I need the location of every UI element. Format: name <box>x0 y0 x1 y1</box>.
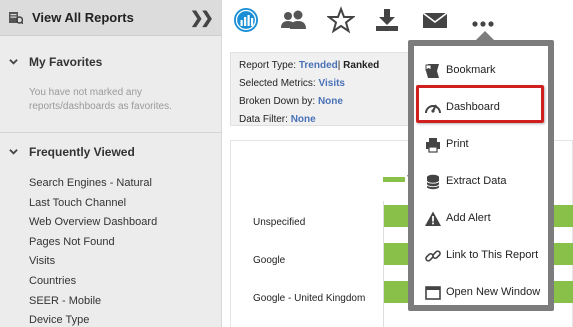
favorites-empty-text: You have not marked any reports/dashboar… <box>29 87 172 112</box>
data-filter-row: Data Filter: None <box>239 111 401 129</box>
menu-item-label: Add Alert <box>446 212 491 224</box>
legend-swatch <box>383 177 405 182</box>
menu-item-extract-data[interactable]: Extract Data <box>414 163 548 200</box>
double-chevron-right-icon[interactable]: ❯❯ <box>190 8 214 28</box>
toolbar <box>223 0 573 40</box>
report-type-ranked[interactable]: Ranked <box>343 60 379 71</box>
metrics-value[interactable]: Visits <box>318 78 345 89</box>
list-item[interactable]: Device Type <box>29 313 157 327</box>
frequently-viewed-list: Search Engines - Natural Last Touch Chan… <box>29 176 157 327</box>
metrics-label: Selected Metrics: <box>239 78 316 89</box>
menu-item-label: Open New Window <box>446 286 541 298</box>
category-label: Google <box>253 255 286 266</box>
menu-item-label: Bookmark <box>446 64 496 76</box>
report-type-trended[interactable]: Trended <box>299 60 338 71</box>
broken-down-value[interactable]: None <box>318 96 343 107</box>
filter-value[interactable]: None <box>291 114 316 125</box>
report-type-label: Report Type: <box>239 60 297 71</box>
bookmark-icon <box>424 62 442 80</box>
sidebar-title[interactable]: View All Reports <box>32 10 134 25</box>
broken-down-row: Broken Down by: None <box>239 93 401 111</box>
more-menu: Bookmark Dashboard Print Extract Data Ad… <box>408 40 554 311</box>
window-icon <box>424 284 442 302</box>
alert-icon <box>424 210 442 228</box>
menu-item-add-alert[interactable]: Add Alert <box>414 200 548 237</box>
users-icon[interactable] <box>279 6 307 34</box>
filter-label: Data Filter: <box>239 114 288 125</box>
list-item[interactable]: SEER - Mobile <box>29 294 157 314</box>
broken-down-label: Broken Down by: <box>239 96 316 107</box>
more-icon[interactable] <box>469 6 497 34</box>
report-info-panel: Report Type: Trended| Ranked Selected Me… <box>230 52 410 126</box>
print-icon <box>424 136 442 154</box>
category-label: Google - United Kingdom <box>253 293 366 304</box>
sidebar: View All Reports ❯❯ My Favorites You hav… <box>0 0 222 327</box>
reports-folder-icon <box>9 12 23 24</box>
menu-item-label: Print <box>446 138 469 150</box>
list-item[interactable]: Visits <box>29 254 157 274</box>
favorites-label: My Favorites <box>29 55 103 69</box>
report-type-separator: | <box>337 60 341 71</box>
list-item[interactable]: Countries <box>29 274 157 294</box>
sidebar-header: View All Reports ❯❯ <box>0 0 221 36</box>
analytics-icon[interactable] <box>232 6 260 34</box>
section-divider <box>0 132 221 133</box>
menu-item-bookmark[interactable]: Bookmark <box>414 52 548 89</box>
database-icon <box>424 173 442 191</box>
menu-caret <box>476 31 494 40</box>
chevron-down-icon <box>9 59 18 65</box>
link-icon <box>424 247 442 265</box>
menu-item-link-to-report[interactable]: Link to This Report <box>414 237 548 274</box>
frequently-viewed-section-header[interactable]: Frequently Viewed <box>0 145 221 167</box>
menu-item-print[interactable]: Print <box>414 126 548 163</box>
menu-item-label: Extract Data <box>446 175 507 187</box>
list-item[interactable]: Search Engines - Natural <box>29 176 157 196</box>
menu-item-open-new-window[interactable]: Open New Window <box>414 274 548 311</box>
star-icon[interactable] <box>327 6 355 34</box>
mail-icon[interactable] <box>421 6 449 34</box>
category-label: Unspecified <box>253 217 306 228</box>
dashboard-highlight-box <box>416 85 544 123</box>
list-item[interactable]: Last Touch Channel <box>29 196 157 216</box>
download-icon[interactable] <box>373 6 401 34</box>
frequently-viewed-label: Frequently Viewed <box>29 145 135 159</box>
selected-metrics-row: Selected Metrics: Visits <box>239 75 401 93</box>
favorites-section-header[interactable]: My Favorites <box>0 55 221 77</box>
list-item[interactable]: Web Overview Dashboard <box>29 215 157 235</box>
report-type-row: Report Type: Trended| Ranked <box>239 57 401 75</box>
list-item[interactable]: Pages Not Found <box>29 235 157 255</box>
menu-item-label: Link to This Report <box>446 249 539 261</box>
chevron-down-icon <box>9 149 18 155</box>
